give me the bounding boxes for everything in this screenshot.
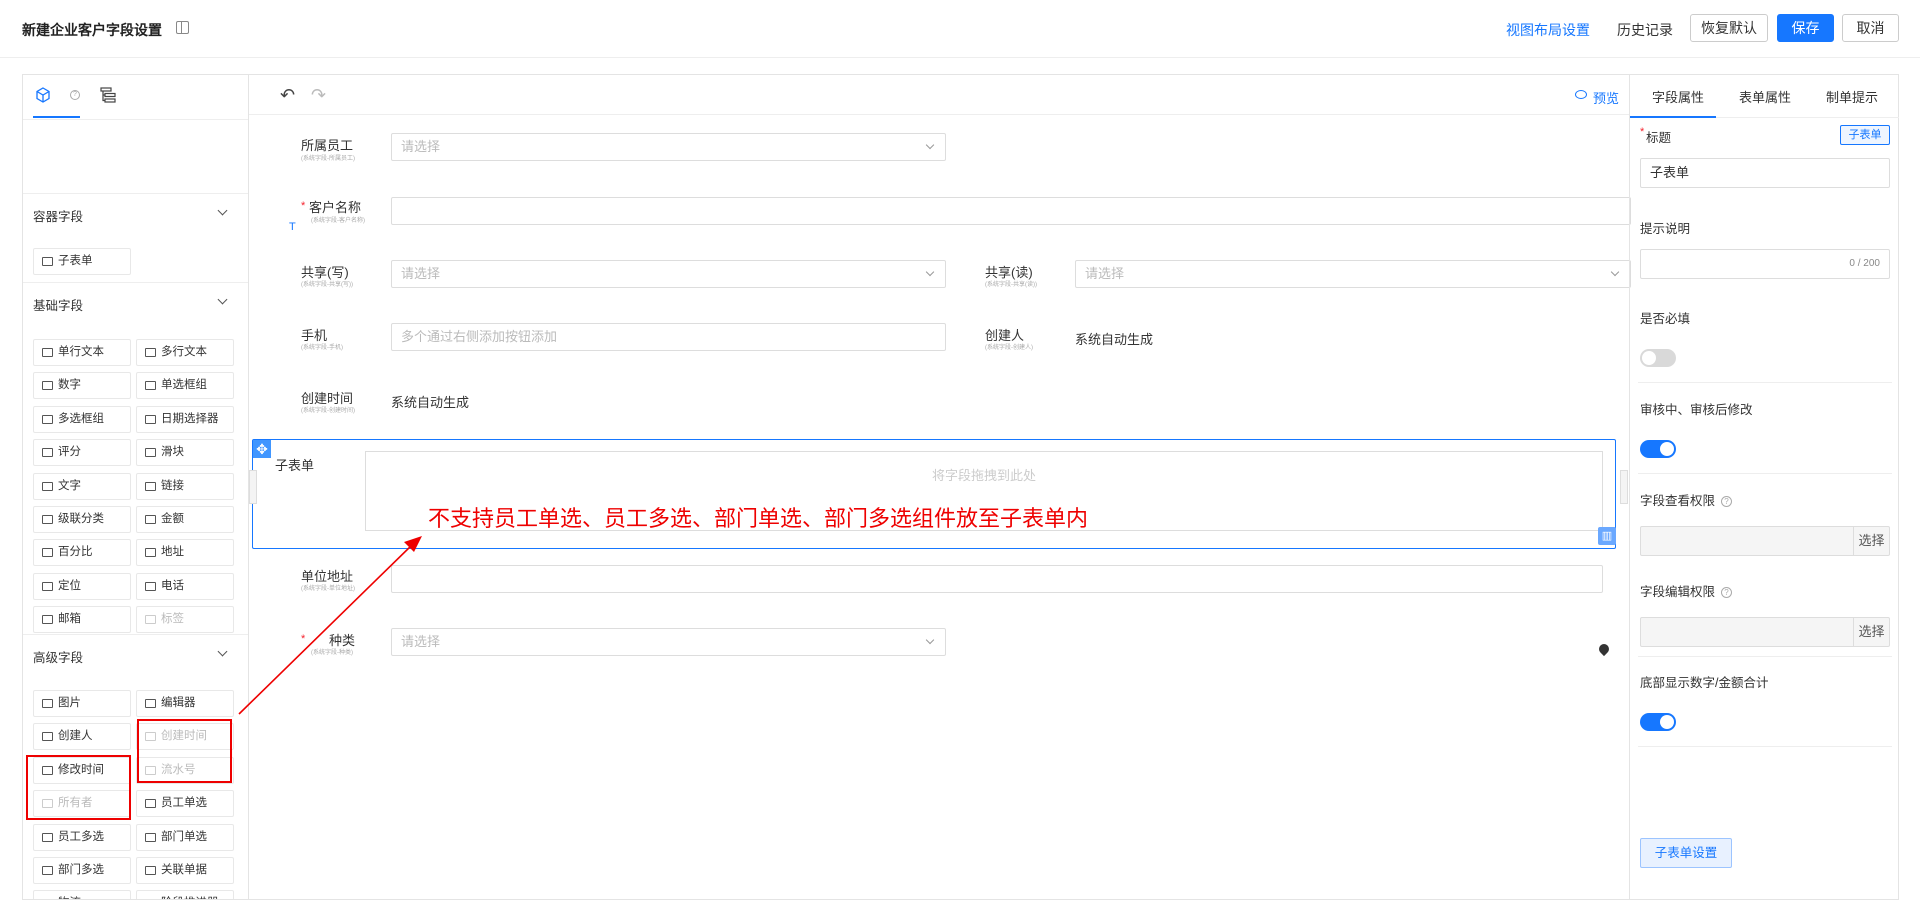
app-root: { "header": { "title": "新建企业客户字段设置", "vi… bbox=[0, 0, 1920, 919]
annotation-text: 不支持员工单选、员工多选、部门单选、部门多选组件放至子表单内 bbox=[428, 507, 1089, 532]
annotation-arrow bbox=[238, 536, 422, 715]
